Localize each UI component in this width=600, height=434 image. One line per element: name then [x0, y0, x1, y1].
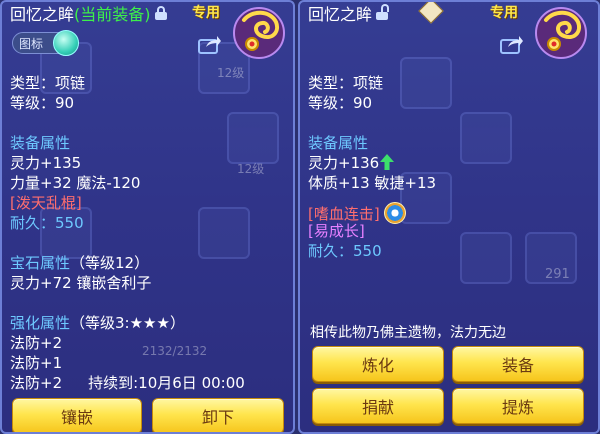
lock-icon	[154, 6, 167, 20]
item-level: 等级：90	[308, 94, 373, 112]
item-type: 类型：项链	[308, 74, 384, 92]
attribute-line: 灵力+136	[308, 154, 395, 172]
enhance-header: 强化属性	[10, 314, 71, 332]
attribute-line: 灵力+135	[10, 154, 82, 172]
ghost-level-label: 12级	[217, 66, 245, 80]
special-trait: [易成长]	[308, 222, 365, 240]
item-title: 回忆之眸 (当前装备)	[10, 2, 167, 24]
necklace-item-icon[interactable]	[534, 6, 588, 60]
ghost-count-label: 291	[545, 267, 570, 282]
enhance-line: 法防+2	[10, 334, 63, 352]
enhance-timed-value: 法防+2	[10, 374, 63, 392]
special-skill: [泼天乱棍]	[10, 194, 82, 212]
rate-diamond-icon[interactable]	[418, 2, 444, 24]
toggle-knob	[53, 30, 79, 56]
unlock-icon[interactable]	[376, 4, 390, 20]
exclusive-badge: 专用	[192, 5, 220, 21]
item-level: 等级：90	[10, 94, 75, 112]
skill-icon[interactable]	[383, 202, 406, 224]
enhance-line: 法防+1	[10, 354, 63, 372]
durability-label: 耐久：	[308, 242, 354, 260]
equip-button[interactable]: 装备	[452, 346, 584, 382]
item-name: 回忆之眸	[10, 5, 75, 24]
share-icon[interactable]	[198, 34, 222, 54]
item-title: 回忆之眸	[308, 2, 390, 24]
gem-attributes-header: 宝石属性（等级12）	[10, 254, 149, 272]
duration-text: 持续到:10月6日 00:00	[88, 374, 245, 392]
ghost-stat-label: 2132/2132	[142, 344, 208, 358]
necklace-item-icon[interactable]	[232, 6, 286, 60]
attribute-line: 体质+13 敏捷+13	[308, 174, 437, 192]
icon-toggle[interactable]: 图标	[12, 30, 79, 56]
item-description: 相传此物乃佛主遗物，法力无边	[310, 325, 506, 341]
gem-header: 宝石属性	[10, 254, 71, 272]
item-type: 类型：项链	[10, 74, 86, 92]
equip-attributes-header: 装备属性	[10, 134, 71, 152]
durability: 耐久：550	[10, 214, 84, 232]
share-icon[interactable]	[500, 34, 524, 54]
enhance-level: （等级3:★★★）	[70, 314, 185, 332]
equipped-item-panel: 12级 12级 2132/2132 回忆之眸 (当前装备) 专用 图标 类型：项…	[0, 0, 295, 434]
durability: 耐久：550	[308, 242, 382, 260]
gem-attribute-line: 灵力+72 镶嵌舍利子	[10, 274, 152, 292]
durability-label: 耐久：	[10, 214, 56, 232]
ghost-level-label: 12级	[237, 162, 265, 176]
enhance-timed-line: 法防+2 持续到:10月6日 00:00	[10, 374, 245, 392]
equip-attributes-header: 装备属性	[308, 134, 369, 152]
exclusive-badge: 专用	[490, 5, 518, 21]
increase-arrow-icon	[380, 154, 395, 170]
durability-value: 550	[353, 242, 382, 260]
inventory-item-panel: 291 回忆之眸 专用 类型：项链 等级：90 装备属性 灵力+136 体质+1…	[298, 0, 600, 434]
durability-value: 550	[55, 214, 84, 232]
inlay-button[interactable]: 镶嵌	[12, 398, 142, 432]
current-equipment-tag: (当前装备)	[74, 5, 151, 24]
attribute-line: 力量+32 魔法-120	[10, 174, 141, 192]
enhance-attributes-header: 强化属性（等级3:★★★）	[10, 314, 185, 332]
extract-button[interactable]: 提炼	[452, 388, 584, 424]
donate-button[interactable]: 捐献	[312, 388, 444, 424]
refine-button[interactable]: 炼化	[312, 346, 444, 382]
skill-name: [嗜血连击]	[308, 205, 380, 223]
attribute-value: 灵力+136	[308, 154, 380, 172]
special-skill: [嗜血连击]	[308, 202, 406, 224]
unequip-button[interactable]: 卸下	[152, 398, 284, 432]
item-name: 回忆之眸	[308, 5, 373, 24]
gem-level: （等级12）	[70, 254, 150, 272]
icon-toggle-label: 图标	[19, 36, 44, 51]
